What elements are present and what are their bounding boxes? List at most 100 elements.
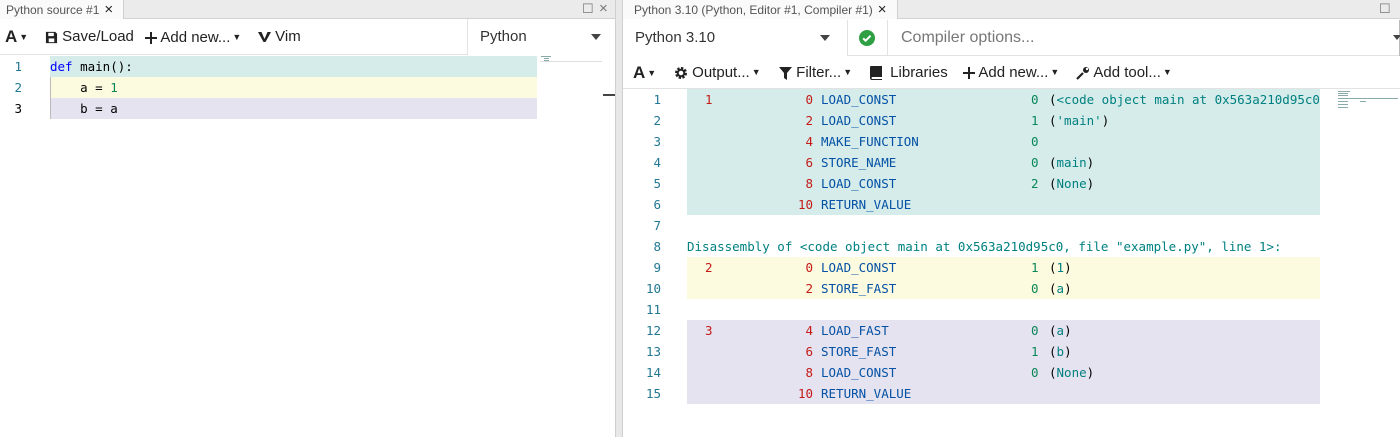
output-toolbar: A ▼ Output... ▼ Filter... ▼ Libraries Add n…	[623, 56, 1400, 89]
pane-splitter[interactable]	[615, 0, 623, 437]
bytecode-offset: 2	[805, 281, 813, 296]
source-code-editor[interactable]: 1 def main(): 2 a = 13 b = a	[0, 56, 615, 437]
output-line[interactable]: 15 10 RETURN_VALUE	[623, 383, 1320, 404]
chevron-down-icon	[591, 34, 601, 40]
opcode-arg-repr: (None)	[1049, 176, 1095, 191]
opcode-arg-repr: (a)	[1049, 323, 1072, 338]
opcode: STORE_NAME	[821, 155, 897, 170]
output-line[interactable]: 13 6 STORE_FAST 1 (b)	[623, 341, 1320, 362]
source-line[interactable]: 2 a = 1	[0, 77, 537, 98]
bytecode-offset: 8	[805, 176, 813, 191]
font-size-button[interactable]: A ▼	[633, 56, 656, 89]
output-minimap[interactable]	[1320, 89, 1400, 437]
opcode-arg: 0	[1031, 134, 1039, 149]
options-chevron-icon[interactable]	[1393, 35, 1400, 40]
output-line[interactable]: 6 10 RETURN_VALUE	[623, 194, 1320, 215]
vim-toggle-button[interactable]: Vim	[258, 19, 301, 55]
opcode: LOAD_CONST	[821, 365, 897, 380]
output-line[interactable]: 9 2 0 LOAD_CONST 1 (1)	[623, 257, 1320, 278]
compiler-output[interactable]: 1 1 0 LOAD_CONST 0 (<code object main at 0x56…	[623, 89, 1400, 437]
output-line[interactable]: 5 8 LOAD_CONST 2 (None)	[623, 173, 1320, 194]
libraries-button[interactable]: Libraries	[870, 56, 948, 89]
bytecode-offset: 4	[805, 323, 813, 338]
line-number: 6	[653, 197, 661, 212]
add-new-button[interactable]: Add new... ▼	[145, 19, 241, 55]
compiler-options-input[interactable]: Compiler options...	[887, 20, 1400, 56]
add-new-button[interactable]: Add new... ▼	[963, 56, 1059, 89]
language-select[interactable]: Python	[467, 19, 615, 55]
bytecode-offset: 10	[797, 386, 813, 401]
close-pane-icon[interactable]: ×	[599, 0, 608, 17]
source-line[interactable]: 1 def main():	[0, 56, 537, 77]
source-line[interactable]: 3 b = a	[0, 98, 537, 119]
tab-python-source[interactable]: Python source #1 ×	[0, 0, 124, 19]
maximize-icon[interactable]: ☐	[582, 0, 594, 17]
maximize-icon[interactable]: ☐	[1379, 0, 1391, 17]
output-line[interactable]: 3 4 MAKE_FUNCTION 0	[623, 131, 1320, 152]
opcode: RETURN_VALUE	[821, 197, 912, 212]
opcode-arg: 1	[1031, 344, 1039, 359]
disassembly-header: Disassembly of <code object main at 0x56…	[687, 239, 1282, 254]
line-number: 9	[653, 260, 661, 275]
output-line[interactable]: 10 2 STORE_FAST 0 (a)	[623, 278, 1320, 299]
opcode: LOAD_CONST	[821, 176, 897, 191]
source-line-ref: 3	[705, 323, 713, 338]
line-number: 11	[645, 302, 661, 317]
output-button[interactable]: Output... ▼	[674, 56, 761, 89]
close-icon[interactable]: ×	[104, 0, 113, 19]
line-number: 13	[645, 344, 661, 359]
add-tool-button[interactable]: Add tool... ▼	[1076, 56, 1172, 89]
line-number: 8	[653, 239, 661, 254]
save-icon	[45, 31, 58, 43]
output-line[interactable]: 14 8 LOAD_CONST 0 (None)	[623, 362, 1320, 383]
minimap[interactable]	[540, 56, 602, 62]
output-line[interactable]: 4 6 STORE_NAME 0 (main)	[623, 152, 1320, 173]
save-load-button[interactable]: Save/Load	[45, 19, 134, 55]
code-token: a =	[50, 80, 111, 95]
code-token: 1	[110, 80, 118, 95]
opcode-arg: 2	[1031, 176, 1039, 191]
line-number: 4	[653, 155, 661, 170]
output-line[interactable]: 1 1 0 LOAD_CONST 0 (<code object main at 0x56…	[623, 89, 1320, 110]
output-line[interactable]: 11	[623, 299, 1320, 320]
opcode-arg-repr: ('main')	[1049, 113, 1110, 128]
opcode: LOAD_CONST	[821, 113, 897, 128]
code-token: b = a	[50, 101, 118, 116]
tab-compiler[interactable]: Python 3.10 (Python, Editor #1, Compiler…	[623, 0, 898, 19]
line-number: 1	[14, 59, 22, 74]
vim-icon	[258, 32, 271, 43]
filter-icon	[779, 66, 792, 80]
opcode: LOAD_CONST	[821, 260, 897, 275]
opcode-arg: 0	[1031, 92, 1039, 107]
scrollbar-marker[interactable]	[603, 94, 615, 96]
source-code-text: a = 1	[50, 77, 118, 98]
compiler-select[interactable]: Python 3.10	[623, 20, 848, 56]
opcode-arg: 0	[1031, 281, 1039, 296]
font-size-button[interactable]: A ▼	[5, 19, 28, 55]
source-line-ref: 2	[705, 260, 713, 275]
bytecode-offset: 6	[805, 155, 813, 170]
line-number: 3	[653, 134, 661, 149]
plus-icon	[145, 32, 157, 45]
opcode-arg: 0	[1031, 365, 1039, 380]
opcode-arg-repr: (<code object main at 0x563a210d95c0, fi…	[1049, 92, 1320, 107]
opcode-arg: 0	[1031, 323, 1039, 338]
wrench-icon	[1076, 67, 1089, 80]
line-number: 14	[645, 365, 661, 380]
indent-guide	[50, 77, 51, 98]
output-line[interactable]: 2 2 LOAD_CONST 1 ('main')	[623, 110, 1320, 131]
output-line[interactable]: 7	[623, 215, 1320, 236]
output-line[interactable]: 12 3 4 LOAD_FAST 0 (a)	[623, 320, 1320, 341]
opcode-arg: 1	[1031, 260, 1039, 275]
filter-button[interactable]: Filter... ▼	[779, 56, 852, 89]
output-line[interactable]: 8 Disassembly of <code object main at 0x5…	[623, 236, 1320, 257]
close-icon[interactable]: ×	[878, 0, 887, 19]
opcode: LOAD_CONST	[821, 92, 897, 107]
gear-icon	[675, 67, 687, 80]
source-code-text: def main():	[50, 56, 133, 77]
code-token: def	[50, 59, 73, 74]
source-toolbar: A ▼ Save/Load Add new... ▼ Vim Python	[0, 19, 615, 55]
opcode: MAKE_FUNCTION	[821, 134, 919, 149]
opcode-arg-repr: (a)	[1049, 281, 1072, 296]
plus-icon	[963, 67, 975, 80]
